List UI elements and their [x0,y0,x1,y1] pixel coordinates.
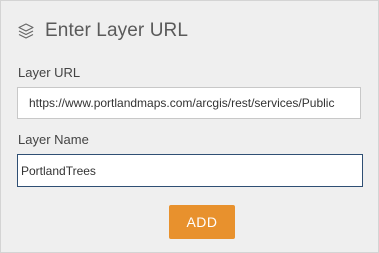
add-button[interactable]: ADD [169,205,235,239]
add-layer-url-panel: Enter Layer URL Layer URL Layer Name ADD [0,0,379,253]
layer-url-input[interactable] [17,87,361,119]
layers-icon [17,22,35,40]
panel-title: Enter Layer URL [45,20,189,41]
layer-url-label: Layer URL [18,65,81,80]
panel-header: Enter Layer URL [17,19,188,43]
layer-name-input[interactable] [17,154,363,187]
layer-name-label: Layer Name [18,132,89,147]
